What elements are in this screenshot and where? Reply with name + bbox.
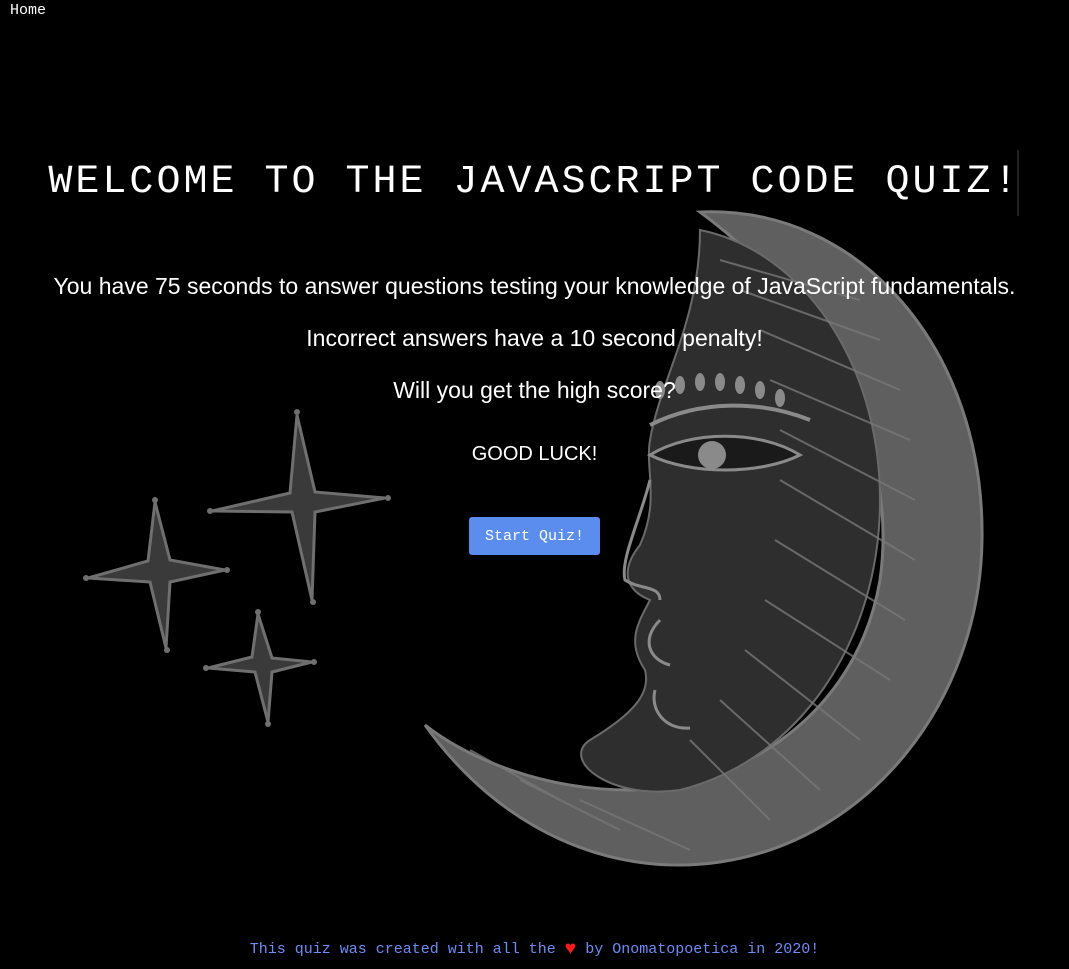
footer-suffix: by Onomatopoetica in 2020! xyxy=(585,941,820,958)
page-title: WELCOME TO THE JAVASCRIPT CODE QUIZ! xyxy=(48,160,1021,205)
intro-line-high-score: Will you get the high score? xyxy=(393,377,676,403)
footer-prefix: This quiz was created with all the xyxy=(249,941,556,958)
heart-icon: ♥ xyxy=(564,938,577,960)
start-quiz-button[interactable]: Start Quiz! xyxy=(469,517,600,555)
moon-stars-illustration xyxy=(83,210,984,867)
good-luck-text: GOOD LUCK! xyxy=(471,443,598,465)
intro-line-penalty: Incorrect answers have a 10 second penal… xyxy=(306,325,763,351)
footer-credit: This quiz was created with all the ♥ by … xyxy=(0,937,1069,960)
intro-line-time: You have 75 seconds to answer questions … xyxy=(53,273,1016,299)
